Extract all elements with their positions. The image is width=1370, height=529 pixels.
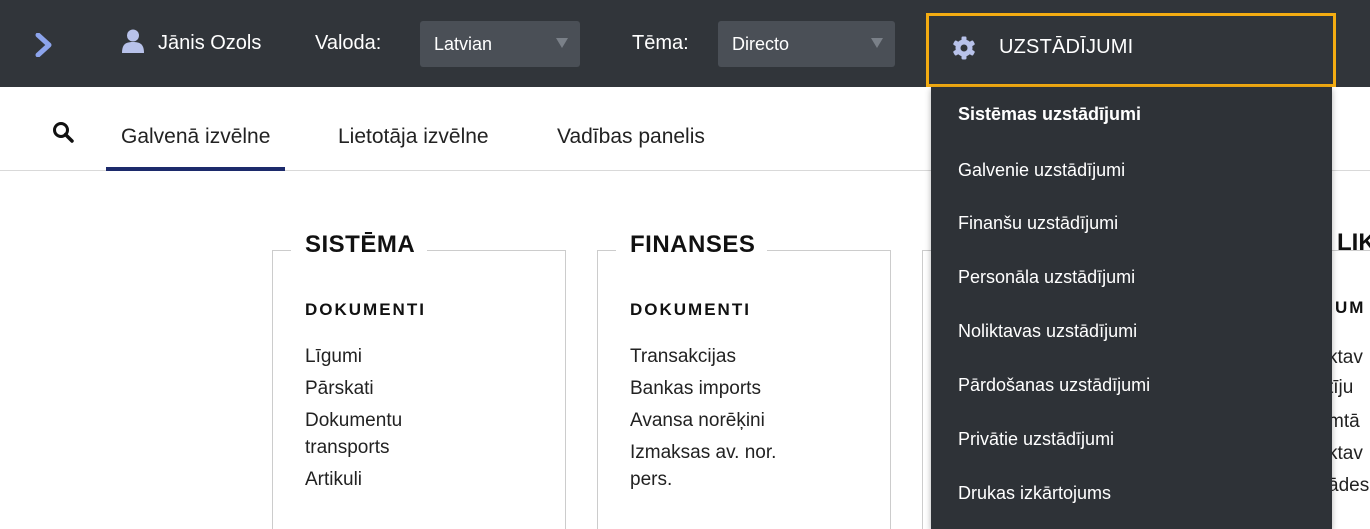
dropdown-item-print-layout[interactable]: Drukas izkārtojums: [958, 483, 1111, 504]
menu-column-finance: FINANSES DOKUMENTI Transakcijas Bankas i…: [597, 231, 891, 529]
caret-down-icon: [871, 38, 883, 48]
menu-link[interactable]: ktav: [1328, 347, 1363, 369]
menu-link[interactable]: Avansa norēķini: [630, 407, 880, 434]
column-title: SISTĒMA: [291, 231, 428, 259]
gear-icon: [953, 36, 975, 60]
language-select[interactable]: Latvian: [420, 21, 580, 67]
menu-link[interactable]: Līgumi: [305, 343, 555, 370]
dropdown-item-private-settings[interactable]: Privātie uzstādījumi: [958, 429, 1114, 450]
tab-main-menu[interactable]: Galvenā izvēlne: [105, 125, 286, 171]
user-icon: [122, 29, 144, 53]
menu-link[interactable]: Pārskati: [305, 375, 555, 402]
menu-link[interactable]: ktav: [1328, 443, 1363, 465]
settings-dropdown: Sistēmas uzstādījumi Galvenie uzstādījum…: [931, 87, 1332, 529]
search-icon[interactable]: [52, 121, 74, 143]
column-subtitle: UM: [1335, 298, 1366, 317]
chevron-right-icon[interactable]: [34, 33, 54, 57]
column-title: LIK: [1337, 229, 1370, 256]
settings-label: UZSTĀDĪJUMI: [999, 36, 1134, 58]
column-subtitle: DOKUMENTI: [630, 300, 751, 319]
dropdown-item-general-settings[interactable]: Galvenie uzstādījumi: [958, 160, 1125, 181]
menu-link[interactable]: Artikuli: [305, 466, 555, 493]
menu-column-system: SISTĒMA DOKUMENTI Līgumi Pārskati Dokume…: [272, 231, 566, 529]
dropdown-item-finance-settings[interactable]: Finanšu uzstādījumi: [958, 213, 1118, 234]
theme-label: Tēma:: [632, 32, 689, 54]
dropdown-item-sales-settings[interactable]: Pārdošanas uzstādījumi: [958, 375, 1150, 396]
settings-button[interactable]: UZSTĀDĪJUMI: [926, 13, 1336, 87]
user-name[interactable]: Jānis Ozols: [158, 32, 261, 55]
dropdown-item-personnel-settings[interactable]: Personāla uzstādījumi: [958, 267, 1135, 288]
tab-user-menu[interactable]: Lietotāja izvēlne: [338, 125, 489, 149]
caret-down-icon: [556, 38, 568, 48]
tab-dashboard[interactable]: Vadības panelis: [557, 125, 705, 149]
menu-link[interactable]: Izmaksas av. nor. pers.: [630, 439, 820, 493]
language-value: Latvian: [434, 34, 493, 54]
top-bar: Jānis Ozols Valoda: Latvian Tēma: Direct…: [0, 0, 1370, 87]
language-label: Valoda:: [315, 32, 382, 54]
theme-select[interactable]: Directo: [718, 21, 895, 67]
column-list: Līgumi Pārskati Dokumentu transports Art…: [305, 343, 555, 498]
menu-link[interactable]: mtā: [1328, 411, 1360, 433]
menu-link[interactable]: ādes: [1328, 475, 1369, 497]
column-list: Transakcijas Bankas imports Avansa norēķ…: [630, 343, 880, 498]
column-title: FINANSES: [616, 231, 768, 259]
column-subtitle: DOKUMENTI: [305, 300, 426, 319]
menu-link[interactable]: Bankas imports: [630, 375, 880, 402]
theme-value: Directo: [732, 34, 790, 54]
dropdown-header-system-settings[interactable]: Sistēmas uzstādījumi: [958, 104, 1141, 125]
dropdown-item-warehouse-settings[interactable]: Noliktavas uzstādījumi: [958, 321, 1137, 342]
menu-link[interactable]: Transakcijas: [630, 343, 880, 370]
menu-link[interactable]: Dokumentu transports: [305, 407, 445, 461]
